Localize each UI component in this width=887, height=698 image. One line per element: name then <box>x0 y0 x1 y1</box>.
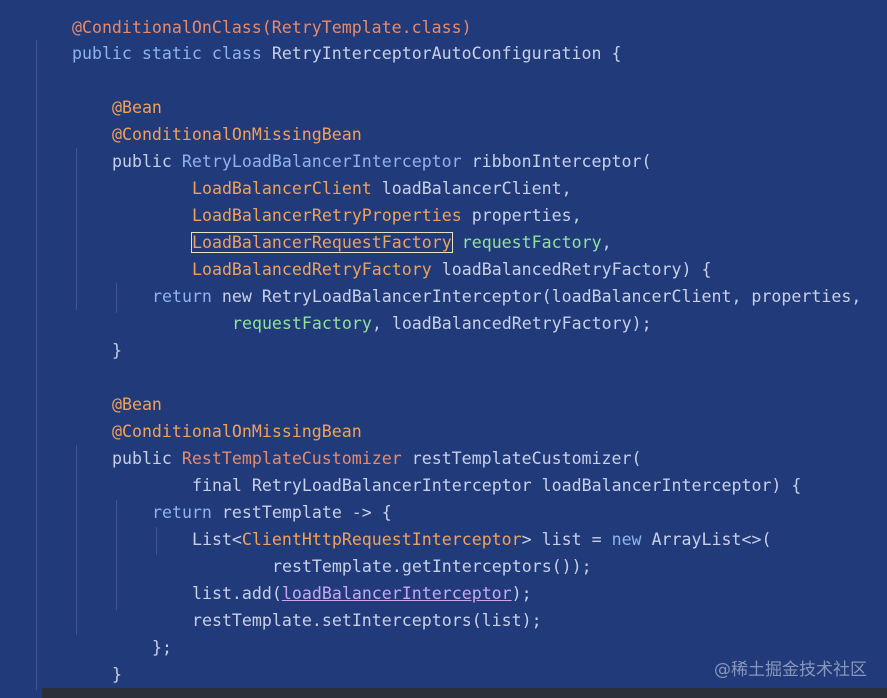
watermark: @稀土掘金技术社区 <box>714 660 867 680</box>
code-line: requestFactory, loadBalancedRetryFactory… <box>192 283 652 333</box>
code-editor[interactable]: @ConditionalOnClass(RetryTemplate.class)… <box>0 0 887 698</box>
class-name: RetryInterceptorAutoConfiguration <box>271 44 602 63</box>
code-line: } <box>72 634 122 684</box>
code-line: @Bean <box>72 67 162 117</box>
keyword: class <box>211 44 262 63</box>
brace: } <box>111 341 122 360</box>
code-line: LoadBalancerClient loadBalancerClient, <box>152 148 572 198</box>
keyword: new <box>611 530 642 549</box>
code-line: @ConditionalOnClass(RetryTemplate.class) <box>32 0 472 37</box>
code-line: LoadBalancerRequestFactory requestFactor… <box>152 202 612 253</box>
code-line: return new RetryLoadBalancerInterceptor(… <box>112 256 861 306</box>
brace: { <box>611 44 622 63</box>
brace: }; <box>151 638 172 657</box>
code-line: @Bean <box>72 364 162 414</box>
code-line: LoadBalancerRetryProperties properties, <box>152 175 582 225</box>
code-line: list.add(loadBalancerInterceptor); <box>152 553 532 603</box>
code-line: restTemplate.getInterceptors()); <box>232 526 592 576</box>
brace: } <box>111 665 122 684</box>
bottom-scrollbar[interactable] <box>42 688 887 698</box>
type-name: ArrayList<>( <box>651 530 772 549</box>
code-line: @ConditionalOnMissingBean <box>72 94 362 144</box>
param-name: requestFactory <box>231 314 372 333</box>
code-line: @ConditionalOnMissingBean <box>72 391 362 441</box>
indent-guide <box>36 40 37 690</box>
param-name: loadBalancerInterceptor) { <box>541 476 802 495</box>
code-line: }; <box>112 607 172 657</box>
expression: restTemplate.setInterceptors(list); <box>191 611 542 630</box>
code-line: List<ClientHttpRequestInterceptor> list … <box>152 499 771 549</box>
code-line: LoadBalancedRetryFactory loadBalancedRet… <box>152 229 712 279</box>
code-line: return restTemplate -> { <box>112 472 392 522</box>
code-line: final RetryLoadBalancerInterceptor loadB… <box>152 445 801 495</box>
keyword: public <box>71 44 132 63</box>
code-line: public RestTemplateCustomizer restTempla… <box>72 418 642 468</box>
keyword: static <box>141 44 202 63</box>
expression: , loadBalancedRetryFactory); <box>371 314 652 333</box>
code-line: public RetryLoadBalancerInterceptor ribb… <box>72 121 652 171</box>
code-line: public static class RetryInterceptorAuto… <box>32 13 622 63</box>
code-line: } <box>72 310 122 360</box>
code-line: restTemplate.setInterceptors(list); <box>152 580 542 630</box>
